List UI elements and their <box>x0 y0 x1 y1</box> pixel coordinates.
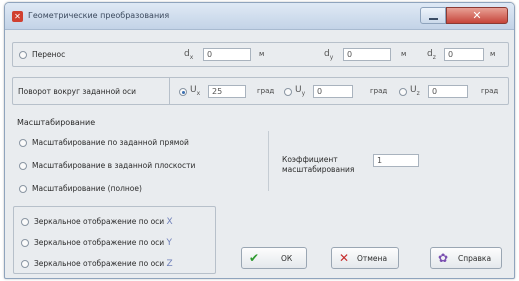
dz-unit: м <box>490 50 496 58</box>
ux-symbol: Ux <box>190 85 201 97</box>
dx-unit: м <box>259 50 265 58</box>
mirror-x-radio[interactable] <box>21 218 29 226</box>
dz-input[interactable]: 0 <box>444 48 484 61</box>
scale-full-radio[interactable] <box>19 185 27 193</box>
ux-radio[interactable] <box>179 88 187 96</box>
scale-plane-radio[interactable] <box>19 162 27 170</box>
dz-symbol: dz <box>427 49 436 61</box>
dy-input[interactable]: 0 <box>343 48 391 61</box>
mirror-z-axis: Z <box>166 259 173 269</box>
mirror-y-axis: Y <box>166 238 173 248</box>
scale-heading: Масштабирование <box>17 118 96 127</box>
mirror-group: Зеркальное отображение по оси X Зеркальн… <box>13 206 216 274</box>
close-icon: ✕ <box>472 9 482 22</box>
ok-label: ОК <box>281 254 293 263</box>
minimize-button[interactable] <box>420 7 446 24</box>
uy-input[interactable]: 0 <box>313 85 353 98</box>
uy-symbol: Uy <box>295 85 306 97</box>
mirror-y-label: Зеркальное отображение по оси Y <box>34 238 173 248</box>
mirror-y-radio[interactable] <box>21 239 29 247</box>
help-button[interactable]: ✿ Справка <box>430 247 502 269</box>
scale-line-radio[interactable] <box>19 139 27 147</box>
dialog-window: ✕ Геометрические преобразования ✕ Перено… <box>4 2 515 279</box>
translate-label: Перенос <box>32 50 66 59</box>
rotate-label: Поворот вокруг заданной оси <box>18 87 137 96</box>
coef-label-line1: Коэффициент <box>282 155 338 164</box>
uy-unit: град <box>370 87 388 95</box>
uz-radio[interactable] <box>399 88 407 96</box>
mirror-z-label: Зеркальное отображение по оси Z <box>34 259 173 269</box>
dx-input[interactable]: 0 <box>203 48 251 61</box>
scale-full-label: Масштабирование (полное) <box>32 184 142 193</box>
uy-radio[interactable] <box>284 88 292 96</box>
translate-radio[interactable] <box>19 51 27 59</box>
coef-input[interactable]: 1 <box>373 154 419 167</box>
rotate-divider <box>169 78 170 104</box>
help-label: Справка <box>458 254 492 263</box>
scale-divider <box>268 131 269 191</box>
scale-line-label: Масштабирование по заданной прямой <box>32 138 189 147</box>
mirror-x-label: Зеркальное отображение по оси X <box>34 217 173 227</box>
scale-plane-label: Масштабирование в заданной плоскости <box>32 161 196 170</box>
dy-unit: м <box>401 50 407 58</box>
window-title: Геометрические преобразования <box>28 11 170 20</box>
rotate-group: Поворот вокруг заданной оси Ux 25 град U… <box>12 77 509 105</box>
uz-input[interactable]: 0 <box>428 85 468 98</box>
ok-button[interactable]: ✔ ОК <box>241 247 307 269</box>
dx-symbol: dx <box>184 49 194 61</box>
help-icon: ✿ <box>438 251 449 265</box>
uz-unit: град <box>481 87 499 95</box>
cancel-label: Отмена <box>357 254 388 263</box>
mirror-z-radio[interactable] <box>21 260 29 268</box>
close-button[interactable]: ✕ <box>446 7 508 24</box>
cross-icon: ✕ <box>339 251 350 265</box>
uz-symbol: Uz <box>410 85 420 97</box>
title-bar[interactable]: ✕ Геометрические преобразования ✕ <box>5 3 514 30</box>
app-icon: ✕ <box>12 11 23 22</box>
translate-group: Перенос dx 0 м dy 0 м dz 0 м <box>12 42 509 67</box>
dy-symbol: dy <box>324 49 334 61</box>
ux-input[interactable]: 25 <box>208 85 246 98</box>
ux-unit: град <box>257 87 275 95</box>
mirror-x-axis: X <box>166 217 173 227</box>
checkmark-icon: ✔ <box>249 251 260 265</box>
cancel-button[interactable]: ✕ Отмена <box>331 247 399 269</box>
coef-label-line2: масштабирования <box>282 165 355 174</box>
